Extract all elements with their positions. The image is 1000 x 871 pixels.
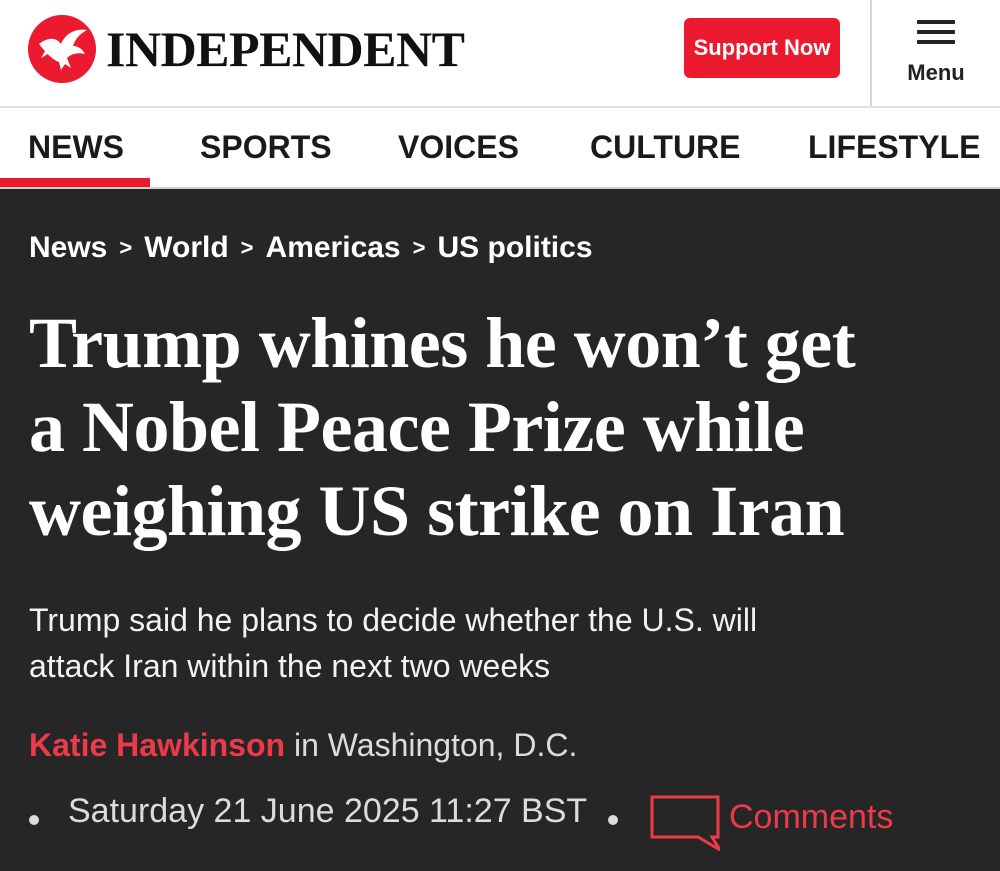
nav-item-culture[interactable]: CULTURE: [590, 108, 741, 187]
support-now-button[interactable]: Support Now: [684, 18, 840, 78]
headline-line: Trump whines he won’t get: [29, 303, 856, 383]
breadcrumb: News > World > Americas > US politics: [29, 231, 593, 265]
breadcrumb-us-politics[interactable]: US politics: [437, 231, 592, 265]
comments-label: Comments: [729, 798, 894, 836]
comment-bubble-icon: [650, 795, 720, 851]
article-headline: Trump whines he won’t get a Nobel Peace …: [29, 301, 979, 553]
headline-line: weighing US strike on Iran: [29, 471, 845, 551]
byline-location: in Washington, D.C.: [285, 727, 578, 763]
breadcrumb-separator: >: [240, 235, 254, 260]
site-header: INDEPENDENT Support Now Menu: [0, 0, 1000, 108]
article-hero: News > World > Americas > US politics Tr…: [0, 189, 1000, 871]
menu-label: Menu: [907, 60, 965, 85]
breadcrumb-americas[interactable]: Americas: [266, 231, 401, 265]
logo-wordmark: INDEPENDENT: [106, 21, 465, 77]
site-logo[interactable]: INDEPENDENT: [28, 14, 465, 84]
nav-item-news[interactable]: NEWS: [28, 108, 124, 187]
section-nav: NEWS SPORTS VOICES CULTURE LIFESTYLE: [0, 108, 1000, 189]
article-standfirst: Trump said he plans to decide whether th…: [29, 597, 959, 689]
nav-item-sports[interactable]: SPORTS: [200, 108, 332, 187]
hamburger-menu-icon: [917, 20, 955, 50]
breadcrumb-separator: >: [412, 235, 426, 260]
breadcrumb-separator: >: [119, 235, 133, 260]
standfirst-line: Trump said he plans to decide whether th…: [29, 602, 758, 638]
author-link[interactable]: Katie Hawkinson: [29, 727, 285, 763]
active-tab-indicator: [0, 178, 150, 187]
standfirst-line: attack Iran within the next two weeks: [29, 648, 551, 684]
menu-button[interactable]: Menu: [872, 0, 1000, 106]
breadcrumb-news[interactable]: News: [29, 231, 107, 265]
nav-item-lifestyle[interactable]: LIFESTYLE: [808, 108, 980, 187]
byline: Katie Hawkinson in Washington, D.C.: [29, 727, 577, 764]
publish-date: Saturday 21 June 2025 11:27 BST: [68, 792, 588, 830]
eagle-logo-icon: [28, 15, 96, 83]
bullet-dot: [29, 815, 39, 825]
article-meta: Saturday 21 June 2025 11:27 BST Comments: [0, 787, 1000, 857]
nav-item-voices[interactable]: VOICES: [398, 108, 519, 187]
breadcrumb-world[interactable]: World: [144, 231, 228, 265]
headline-line: a Nobel Peace Prize while: [29, 387, 805, 467]
bullet-dot: [608, 815, 618, 825]
